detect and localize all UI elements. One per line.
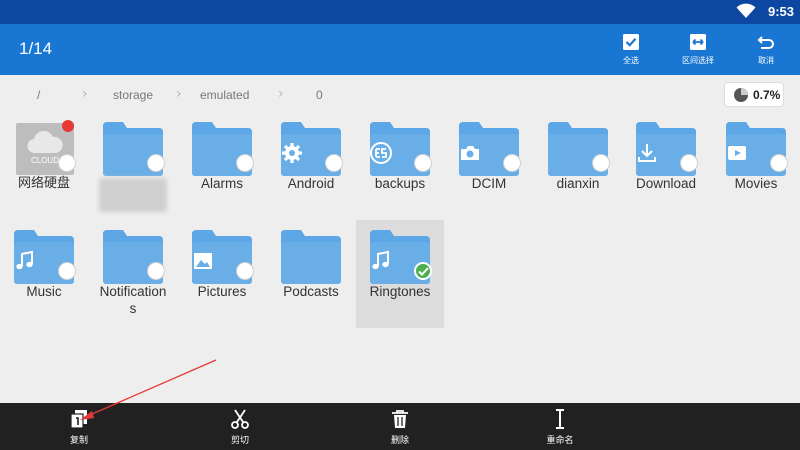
select-checkbox[interactable] [236,154,254,172]
folder-item-music[interactable]: Music [0,220,88,328]
chevron-right-icon: › [176,86,182,102]
breadcrumb: / › storage › emulated › 0 [0,78,800,112]
trash-icon [392,410,408,428]
image-icon [194,253,212,269]
cloud-icon [27,131,63,154]
breadcrumb-storage[interactable]: storage [113,88,153,102]
delete-label: 删除 [390,436,409,446]
delete-button[interactable]: 删除 [360,403,440,450]
item-name: Android [287,176,335,191]
range-select-icon [690,34,706,50]
copy-label: 复制 [69,436,88,446]
folder-item-alarms[interactable]: Alarms [178,112,266,220]
cancel-button[interactable]: 取消 [731,24,800,75]
folder-item-obscured[interactable] [89,112,177,220]
item-name: Pictures [197,284,247,299]
selection-toolbar: 1/14 全选 区间选择 取消 [0,24,800,75]
select-checkbox[interactable] [236,262,254,280]
select-checkbox[interactable] [503,154,521,172]
breadcrumb-emulated[interactable]: emulated [200,88,249,102]
item-name: Music [26,284,62,299]
wifi-icon [736,3,756,19]
rename-label: 重命名 [546,436,574,446]
breadcrumb-0[interactable]: 0 [316,88,323,102]
folder-item-movies[interactable]: Movies [712,112,800,220]
bottom-action-bar: 复制 剪切 删除 重命名 [0,403,800,450]
select-all-label: 全选 [623,56,639,65]
camera-icon [461,146,479,160]
network-disk-item[interactable]: CLOUD 网络硬盘 [0,112,88,220]
folder-item-android[interactable]: Android [267,112,355,220]
select-checkbox[interactable] [147,154,165,172]
cut-label: 剪切 [230,436,249,446]
folder-item-ringtones[interactable]: Ringtones [356,220,444,328]
item-name: Movies [734,176,778,191]
cancel-icon [757,36,774,49]
select-all-icon [623,34,639,50]
select-checkbox[interactable] [58,154,76,172]
item-name: Download [635,176,697,191]
copy-button[interactable]: 复制 [39,403,119,450]
music-note-icon [16,250,33,270]
breadcrumb-root[interactable]: / [37,88,40,102]
item-name: DCIM [471,176,507,191]
folder-item-podcasts[interactable]: Podcasts [267,220,355,328]
select-checkbox[interactable] [592,154,610,172]
select-checkbox[interactable] [325,154,343,172]
rename-button[interactable]: 重命名 [520,403,600,450]
select-all-button[interactable]: 全选 [596,24,666,75]
item-name: Ringtones [369,284,431,299]
range-select-button[interactable]: 区间选择 [663,24,733,75]
range-select-label: 区间选择 [682,56,714,65]
folder-icon [281,230,341,284]
folder-item-backups[interactable]: backups [356,112,444,220]
scissors-icon [231,409,249,429]
folder-item-dcim[interactable]: DCIM [445,112,533,220]
selected-checkmark-icon[interactable] [414,262,432,280]
select-checkbox[interactable] [770,154,788,172]
select-checkbox[interactable] [147,262,165,280]
item-name: backups [374,176,426,191]
music-note-icon [372,250,389,270]
folder-item-dianxin[interactable]: dianxin [534,112,622,220]
clock: 9:53 [767,4,794,19]
obscured-name [99,178,167,212]
selection-counter: 1/14 [19,39,53,58]
cut-button[interactable]: 剪切 [200,403,280,450]
download-icon [638,144,656,162]
chevron-right-icon: › [278,86,284,102]
storage-usage-button[interactable]: 0.7% [724,82,784,107]
item-name: dianxin [556,176,600,191]
notification-dot [62,120,74,132]
es-logo-icon [370,142,392,164]
storage-usage-value: 0.7% [753,88,781,102]
rename-icon [556,409,564,429]
folder-item-download[interactable]: Download [622,112,710,220]
status-bar: 9:53 [0,0,800,24]
pie-chart-icon [734,88,748,102]
item-name: 网络硬盘 [17,176,70,191]
chevron-right-icon: › [82,86,88,102]
item-name: Notification s [99,284,167,316]
folder-item-notifications[interactable]: Notification s [89,220,177,328]
item-name: Alarms [200,176,243,191]
select-checkbox[interactable] [680,154,698,172]
folder-item-pictures[interactable]: Pictures [178,220,266,328]
select-checkbox[interactable] [58,262,76,280]
gear-icon [282,143,302,163]
select-checkbox[interactable] [414,154,432,172]
item-name: Podcasts [283,284,339,299]
play-icon [728,146,746,160]
cancel-label: 取消 [758,56,774,65]
copy-icon [70,410,87,429]
